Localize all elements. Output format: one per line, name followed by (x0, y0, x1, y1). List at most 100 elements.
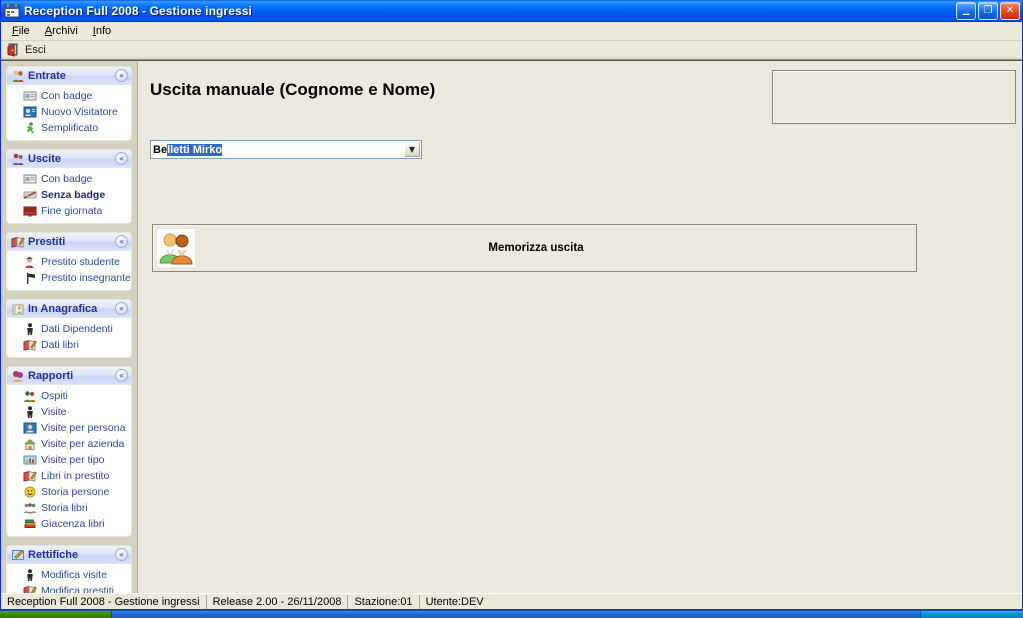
main-content: Uscita manuale (Cognome e Nome) Belletti… (138, 61, 1022, 593)
panel-header-entrate[interactable]: Entrate « (7, 67, 131, 85)
reports-icon (11, 369, 25, 383)
sidebar-item-semplificato[interactable]: Semplificato (7, 120, 131, 136)
page-title: Uscita manuale (Cognome e Nome) (150, 80, 436, 99)
status-release: Release 2.00 - 26/11/2008 (207, 594, 349, 609)
sidebar-item-senza-badge[interactable]: Senza badge (7, 187, 131, 203)
sidebar-label: Semplificato (41, 122, 99, 134)
close-glyph: ✕ (1005, 4, 1015, 16)
chevron-up-icon-rettifiche[interactable]: « (115, 548, 128, 561)
memorizza-uscita-button[interactable]: Memorizza uscita (152, 224, 917, 272)
exit-button-label: Esci (25, 44, 46, 56)
chevron-up-icon-in-anagrafica[interactable]: « (115, 302, 128, 315)
menu-file-accel: F (12, 24, 19, 37)
sidebar-item-fine-giornata[interactable]: Fine giornata (7, 203, 131, 219)
sidebar-item-visite-per-azienda[interactable]: Visite per azienda (7, 436, 131, 452)
restore-button[interactable]: ❐ (978, 1, 998, 20)
red-screen-icon (23, 204, 37, 218)
sidebar-item-dati-libri[interactable]: Dati libri (7, 337, 131, 353)
smiley-icon (23, 485, 37, 499)
books-stack-icon (23, 517, 37, 531)
sidebar-label: Libri in prestito (41, 470, 110, 482)
panel-title-prestiti: Prestiti (28, 235, 66, 248)
application-window: Reception Full 2008 - Gestione ingressi … (0, 0, 1023, 610)
sidebar-item-storia-libri[interactable]: Storia libri (7, 500, 131, 516)
panel-header-in-anagrafica[interactable]: In Anagrafica « (7, 300, 131, 318)
close-button[interactable]: ✕ (1000, 1, 1020, 20)
status-user: Utente:DEV (425, 595, 484, 608)
sidebar-item-ospiti[interactable]: Ospiti (7, 388, 131, 404)
title-bar[interactable]: Reception Full 2008 - Gestione ingressi … (1, 0, 1022, 22)
person-name-combobox[interactable]: Belletti Mirko ▼ (150, 140, 422, 159)
no-badge-icon (23, 188, 37, 202)
two-people-icon (156, 228, 196, 268)
sidebar-label: Modifica visite (41, 569, 107, 581)
menu-archivi-accel: A (44, 24, 53, 37)
main-header: Uscita manuale (Cognome e Nome) (150, 68, 1016, 124)
menu-item-archivi[interactable]: Archivi (38, 23, 86, 40)
chart-blue-icon (23, 453, 37, 467)
status-app-name: Reception Full 2008 - Gestione ingressi (1, 594, 207, 609)
sidebar-label: Visite per persona (41, 422, 126, 434)
menu-item-file[interactable]: File (5, 23, 38, 40)
window-controls: _ ❐ ✕ (956, 1, 1020, 20)
panel-header-uscite[interactable]: Uscite « (7, 150, 131, 168)
sidebar: Entrate « Con badge Nuovo Visitatore Sem… (1, 61, 138, 593)
panel-header-rapporti[interactable]: Rapporti « (7, 367, 131, 385)
panel-header-rettifiche[interactable]: Rettifiche « (7, 546, 131, 564)
sidebar-label: Dati libri (41, 339, 79, 351)
sidebar-item-visite-per-tipo[interactable]: Visite per tipo (7, 452, 131, 468)
sidebar-item-nuovo-visitatore[interactable]: Nuovo Visitatore (7, 104, 131, 120)
sidebar-label: Visite (41, 406, 67, 418)
empty-info-panel (772, 70, 1016, 124)
sidebar-item-modifica-visite[interactable]: Modifica visite (7, 567, 131, 583)
sidebar-item-storia-persone[interactable]: Storia persone (7, 484, 131, 500)
system-tray[interactable] (920, 611, 1023, 618)
chevron-up-icon-uscite[interactable]: « (115, 152, 128, 165)
menu-archivi-rest: rchivi (52, 24, 78, 37)
sidebar-label: Con badge (41, 90, 93, 102)
sidebar-item-giacenza-libri[interactable]: Giacenza libri (7, 516, 131, 532)
panel-title-in-anagrafica: In Anagrafica (28, 302, 98, 315)
minimize-button[interactable]: _ (956, 1, 976, 20)
start-button[interactable] (0, 611, 112, 618)
panel-title-entrate: Entrate (28, 69, 66, 82)
sidebar-item-modifica-prestiti[interactable]: Modifica prestiti (7, 583, 131, 593)
sidebar-panel-rapporti: Rapporti « Ospiti Visite Visite per pers… (6, 366, 132, 537)
edit-icon (11, 548, 25, 562)
panel-header-prestiti[interactable]: Prestiti « (7, 233, 131, 251)
sidebar-panel-prestiti: Prestiti « Prestito studente Prestito in… (6, 232, 132, 291)
sidebar-label: Ospiti (41, 390, 68, 402)
panel-title-uscite: Uscite (28, 152, 62, 165)
guests-icon (23, 389, 37, 403)
sidebar-item-dati-dipendenti[interactable]: Dati Dipendenti (7, 321, 131, 337)
panel-items-in-anagrafica: Dati Dipendenti Dati libri (7, 318, 131, 357)
sidebar-item-prestito-studente[interactable]: Prestito studente (7, 254, 131, 270)
status-bar: Reception Full 2008 - Gestione ingressi … (1, 593, 1022, 609)
sidebar-label: Visite per azienda (41, 438, 125, 450)
exit-door-icon (7, 43, 21, 57)
person-photo-icon (23, 421, 37, 435)
chevron-up-icon-rapporti[interactable]: « (115, 369, 128, 382)
chevron-up-icon-entrate[interactable]: « (115, 69, 128, 82)
chevron-down-icon[interactable]: ▼ (404, 142, 420, 157)
sidebar-item-visite[interactable]: Visite (7, 404, 131, 420)
house-icon (23, 437, 37, 451)
panel-title-rapporti: Rapporti (28, 369, 74, 382)
sidebar-label: Prestito studente (41, 256, 120, 268)
sidebar-item-con-badge-entrate[interactable]: Con badge (7, 88, 131, 104)
book-pen-icon (23, 584, 37, 593)
person-black-icon (23, 322, 37, 336)
menu-item-info[interactable]: Info (86, 23, 119, 40)
sidebar-panel-rettifiche: Rettifiche « Modifica visite Modifica pr… (6, 545, 132, 593)
sidebar-item-visite-per-persona[interactable]: Visite per persona (7, 420, 131, 436)
sidebar-item-con-badge-uscite[interactable]: Con badge (7, 171, 131, 187)
panel-items-entrate: Con badge Nuovo Visitatore Semplificato (7, 85, 131, 140)
sidebar-item-libri-in-prestito[interactable]: Libri in prestito (7, 468, 131, 484)
chevron-up-icon-prestiti[interactable]: « (115, 235, 128, 248)
people-exit-icon (11, 152, 25, 166)
exit-button[interactable]: Esci (4, 42, 52, 58)
window-body: Entrate « Con badge Nuovo Visitatore Sem… (1, 60, 1022, 593)
sidebar-item-prestito-insegnante[interactable]: Prestito insegnante (7, 270, 131, 286)
memorizza-uscita-label: Memorizza uscita (488, 242, 584, 254)
windows-taskbar[interactable] (0, 610, 1023, 618)
